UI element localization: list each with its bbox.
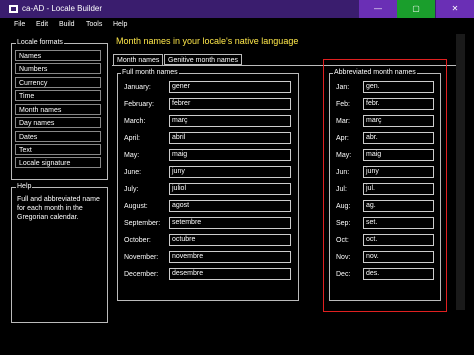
input-october[interactable]: octubre — [169, 234, 291, 246]
input-may[interactable]: maig — [169, 149, 291, 161]
menu-build[interactable]: Build — [59, 21, 75, 28]
menu-help[interactable]: Help — [113, 21, 127, 28]
tab-month-names[interactable]: Month names — [113, 54, 164, 65]
nav-currency[interactable]: Currency — [15, 77, 101, 88]
nav-dates[interactable]: Dates — [15, 131, 101, 142]
nav-text[interactable]: Text — [15, 144, 101, 155]
input-june[interactable]: juny — [169, 166, 291, 178]
help-text: Full and abbreviated name for each month… — [17, 196, 100, 221]
label-august: August: — [124, 203, 148, 210]
vertical-scrollbar[interactable] — [456, 34, 465, 310]
locale-formats-legend: Locale formats — [16, 39, 64, 47]
nav-day-names[interactable]: Day names — [15, 117, 101, 128]
input-december[interactable]: desembre — [169, 268, 291, 280]
nav-time[interactable]: Time — [15, 90, 101, 101]
input-april[interactable]: abril — [169, 132, 291, 144]
app-icon — [9, 5, 18, 13]
menu-tools[interactable]: Tools — [86, 21, 102, 28]
input-march[interactable]: març — [169, 115, 291, 127]
label-october: October: — [124, 237, 151, 244]
title-bar: ca-AD - Locale Builder — ▢ ✕ — [0, 0, 474, 18]
maximize-button[interactable]: ▢ — [397, 0, 435, 18]
label-june: June: — [124, 169, 142, 176]
close-button[interactable]: ✕ — [436, 0, 474, 18]
input-august[interactable]: agost — [169, 200, 291, 212]
label-july: July: — [124, 186, 139, 193]
input-january[interactable]: gener — [169, 81, 291, 93]
label-december: December: — [124, 271, 159, 278]
label-november: November: — [124, 254, 159, 261]
nav-names[interactable]: Names — [15, 50, 101, 61]
input-september[interactable]: setembre — [169, 217, 291, 229]
menu-edit[interactable]: Edit — [36, 21, 48, 28]
help-legend: Help — [16, 183, 33, 191]
highlight-rectangle — [323, 59, 447, 312]
label-april: April: — [124, 135, 140, 142]
window-title: ca-AD - Locale Builder — [22, 4, 103, 13]
input-november[interactable]: novembre — [169, 251, 291, 263]
label-march: March: — [124, 118, 146, 125]
input-february[interactable]: febrer — [169, 98, 291, 110]
tab-genitive-month-names[interactable]: Genitive month names — [164, 54, 243, 65]
page-title: Month names in your locale's native lang… — [116, 36, 299, 46]
input-july[interactable]: juliol — [169, 183, 291, 195]
label-september: September: — [124, 220, 161, 227]
label-february: February: — [124, 101, 154, 108]
menu-file[interactable]: File — [14, 21, 25, 28]
nav-month-names[interactable]: Month names — [15, 104, 101, 115]
full-month-names-legend: Full month names — [121, 69, 179, 77]
label-may: May: — [124, 152, 140, 159]
menu-bar: File Edit Build Tools Help — [0, 18, 474, 32]
label-january: January: — [124, 84, 151, 91]
nav-numbers[interactable]: Numbers — [15, 63, 101, 74]
minimize-button[interactable]: — — [359, 0, 397, 18]
nav-locale-signature[interactable]: Locale signature — [15, 157, 101, 168]
